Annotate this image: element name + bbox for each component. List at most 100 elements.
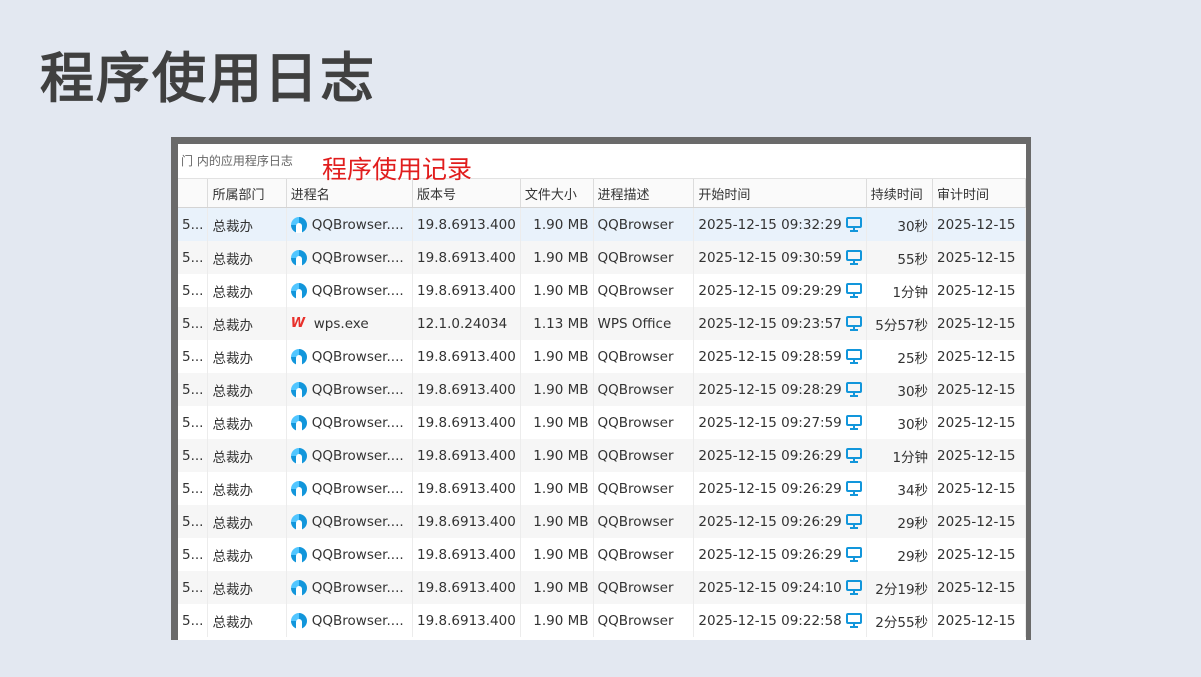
cell-process-desc: QQBrowser [593, 571, 695, 604]
cell-department: 总裁办 [207, 274, 287, 307]
log-table: 所属部门 进程名 版本号 文件大小 进程描述 开始时间 持续时间 审计时间 5... 总裁办 QQ… [178, 179, 1026, 637]
table-row[interactable]: 5... 总裁办 QQBrowser.... 19.8.6913.400 1.90 MB… [178, 207, 1026, 241]
cell-version: 19.8.6913.400 [412, 604, 521, 637]
cell-file-size: 1.90 MB [520, 241, 594, 274]
cell-audit-time: 2025-12-15 [932, 604, 1026, 637]
monitor-icon[interactable] [845, 547, 862, 562]
cell-duration: 34秒 [866, 472, 934, 505]
process-name-text: QQBrowser.... [311, 282, 404, 299]
table-row[interactable]: 5... 总裁办 QQBrowser.... 19.8.6913.400 1.90 MB… [178, 373, 1026, 406]
qqbrowser-icon [290, 282, 307, 299]
monitor-icon[interactable] [845, 415, 862, 430]
cell-start-time: 2025-12-15 09:23:57 [693, 307, 867, 340]
column-header-partial[interactable] [178, 179, 209, 208]
cell-duration: 2分55秒 [866, 604, 934, 637]
cell-partial: 5... [178, 538, 209, 571]
cell-audit-time: 2025-12-15 [932, 571, 1026, 604]
start-time-text: 2025-12-15 09:28:29 [698, 381, 842, 398]
cell-audit-time: 2025-12-15 [932, 307, 1026, 340]
monitor-icon[interactable] [845, 382, 862, 397]
monitor-icon[interactable] [845, 283, 862, 298]
process-name-text: QQBrowser.... [311, 513, 404, 530]
monitor-icon[interactable] [845, 448, 862, 463]
cell-process-name: QQBrowser.... [286, 439, 414, 472]
table-row[interactable]: 5... 总裁办 QQBrowser.... 19.8.6913.400 1.90 MB… [178, 406, 1026, 439]
start-time-text: 2025-12-15 09:28:59 [698, 348, 842, 365]
monitor-icon[interactable] [845, 250, 862, 265]
column-header-file-size[interactable]: 文件大小 [520, 179, 594, 208]
cell-start-time: 2025-12-15 09:26:29 [693, 538, 867, 571]
table-body: 5... 总裁办 QQBrowser.... 19.8.6913.400 1.90 MB… [178, 207, 1026, 637]
start-time-text: 2025-12-15 09:30:59 [698, 249, 842, 266]
table-row[interactable]: 5... 总裁办 QQBrowser.... 19.8.6913.400 1.90 MB… [178, 604, 1026, 637]
table-row[interactable]: 5... 总裁办 QQBrowser.... 19.8.6913.400 1.90 MB… [178, 241, 1026, 274]
cell-partial: 5... [178, 340, 209, 373]
process-name-text: QQBrowser.... [311, 447, 404, 464]
column-header-department[interactable]: 所属部门 [207, 179, 287, 208]
column-header-duration[interactable]: 持续时间 [866, 179, 934, 208]
cell-file-size: 1.90 MB [520, 538, 594, 571]
column-header-audit-time[interactable]: 审计时间 [932, 179, 1026, 208]
cell-department: 总裁办 [207, 241, 287, 274]
cell-start-time: 2025-12-15 09:26:29 [693, 505, 867, 538]
table-row[interactable]: 5... 总裁办 QQBrowser.... 19.8.6913.400 1.90 MB… [178, 571, 1026, 604]
monitor-icon[interactable] [845, 481, 862, 496]
cell-file-size: 1.90 MB [520, 340, 594, 373]
cell-process-desc: QQBrowser [593, 505, 695, 538]
qqbrowser-icon [290, 348, 307, 365]
column-header-process-desc[interactable]: 进程描述 [593, 179, 695, 208]
column-header-start-time[interactable]: 开始时间 [693, 179, 867, 208]
cell-duration: 2分19秒 [866, 571, 934, 604]
cell-version: 19.8.6913.400 [412, 472, 521, 505]
cell-start-time: 2025-12-15 09:30:59 [693, 241, 867, 274]
cell-audit-time: 2025-12-15 [932, 538, 1026, 571]
cell-department: 总裁办 [207, 439, 287, 472]
cell-duration: 5分57秒 [866, 307, 934, 340]
cell-file-size: 1.90 MB [520, 505, 594, 538]
cell-start-time: 2025-12-15 09:24:10 [693, 571, 867, 604]
cell-process-desc: QQBrowser [593, 538, 695, 571]
monitor-icon[interactable] [845, 613, 862, 628]
cell-audit-time: 2025-12-15 [932, 241, 1026, 274]
table-row[interactable]: 5... 总裁办 QQBrowser.... 19.8.6913.400 1.90 MB… [178, 274, 1026, 307]
table-row[interactable]: 5... 总裁办 Wwps.exe 12.1.0.24034 1.13 MB WPS Of… [178, 307, 1026, 340]
cell-start-time: 2025-12-15 09:22:58 [693, 604, 867, 637]
monitor-icon[interactable] [845, 316, 862, 331]
cell-version: 19.8.6913.400 [412, 505, 521, 538]
qqbrowser-icon [290, 546, 307, 563]
wps-icon: W [290, 316, 306, 331]
cell-duration: 30秒 [866, 406, 934, 439]
table-row[interactable]: 5... 总裁办 QQBrowser.... 19.8.6913.400 1.90 MB… [178, 340, 1026, 373]
cell-audit-time: 2025-12-15 [932, 340, 1026, 373]
cell-process-name: QQBrowser.... [286, 340, 414, 373]
table-row[interactable]: 5... 总裁办 QQBrowser.... 19.8.6913.400 1.90 MB… [178, 505, 1026, 538]
table-row[interactable]: 5... 总裁办 QQBrowser.... 19.8.6913.400 1.90 MB… [178, 472, 1026, 505]
cell-duration: 29秒 [866, 538, 934, 571]
start-time-text: 2025-12-15 09:29:29 [698, 282, 842, 299]
cell-file-size: 1.90 MB [520, 604, 594, 637]
cell-version: 19.8.6913.400 [412, 373, 521, 406]
process-name-text: QQBrowser.... [311, 348, 404, 365]
qqbrowser-icon [290, 480, 307, 497]
monitor-icon[interactable] [845, 580, 862, 595]
cell-start-time: 2025-12-15 09:28:29 [693, 373, 867, 406]
cell-duration: 55秒 [866, 241, 934, 274]
cell-process-name: QQBrowser.... [286, 604, 414, 637]
cell-version: 19.8.6913.400 [412, 207, 521, 241]
cell-process-desc: WPS Office [593, 307, 695, 340]
cell-audit-time: 2025-12-15 [932, 439, 1026, 472]
cell-process-desc: QQBrowser [593, 340, 695, 373]
monitor-icon[interactable] [845, 349, 862, 364]
cell-department: 总裁办 [207, 406, 287, 439]
table-row[interactable]: 5... 总裁办 QQBrowser.... 19.8.6913.400 1.90 MB… [178, 538, 1026, 571]
monitor-icon[interactable] [845, 514, 862, 529]
monitor-icon[interactable] [845, 217, 862, 232]
cell-version: 19.8.6913.400 [412, 439, 521, 472]
process-name-text: QQBrowser.... [311, 414, 404, 431]
cell-start-time: 2025-12-15 09:26:29 [693, 472, 867, 505]
cell-file-size: 1.90 MB [520, 406, 594, 439]
table-row[interactable]: 5... 总裁办 QQBrowser.... 19.8.6913.400 1.90 MB… [178, 439, 1026, 472]
cell-partial: 5... [178, 439, 209, 472]
process-name-text: QQBrowser.... [311, 381, 404, 398]
cell-duration: 29秒 [866, 505, 934, 538]
